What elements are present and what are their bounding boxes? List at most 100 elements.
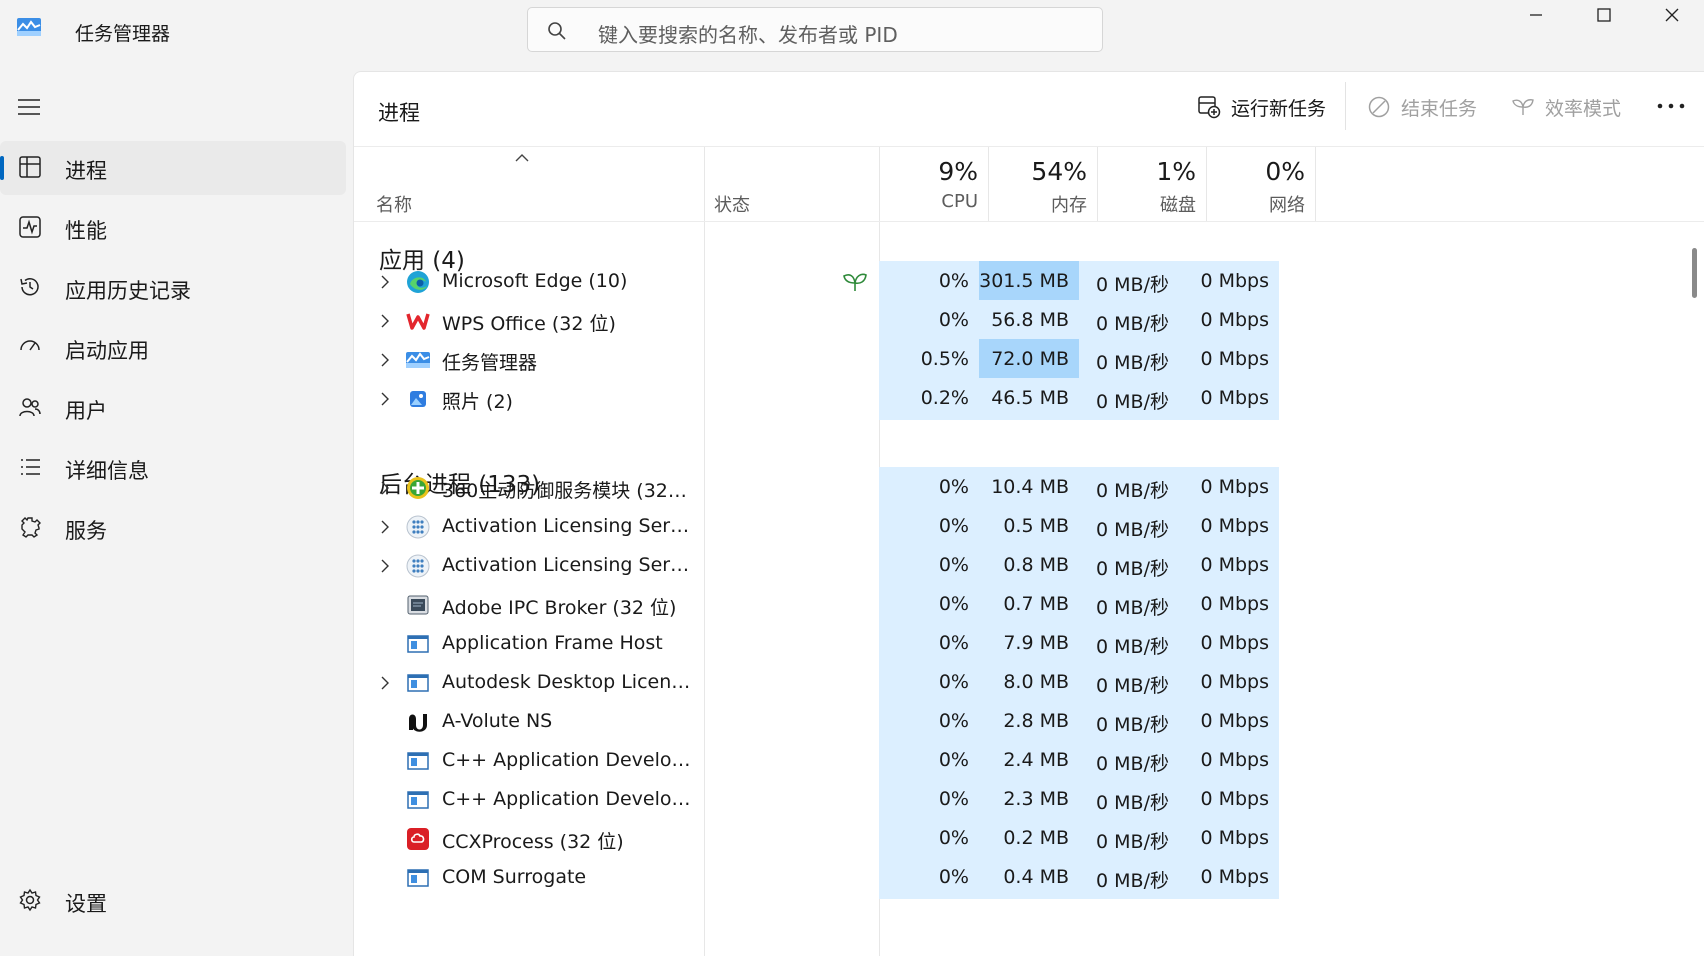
sidebar-item-app-history[interactable]: 应用历史记录 xyxy=(0,261,346,315)
photos-icon xyxy=(406,387,430,411)
sidebar-item-label: 进程 xyxy=(65,159,107,183)
table-row[interactable]: C++ Application Developm... 0%2.3 MB0 MB/… xyxy=(354,779,1321,821)
more-options-icon[interactable] xyxy=(1656,100,1686,112)
cpu-cell: 0% xyxy=(879,662,979,704)
end-task-button[interactable]: 结束任务 xyxy=(1367,92,1477,122)
table-row[interactable]: Autodesk Desktop Licensin... 0% 8.0 MB 0 MB… xyxy=(354,662,1321,704)
sidebar-item-performance[interactable]: 性能 xyxy=(0,201,346,255)
efficiency-mode-leaf-icon xyxy=(842,269,868,295)
column-header-memory[interactable]: 54% 内存 xyxy=(988,147,1098,221)
disk-cell: 0 MB/秒 xyxy=(1079,545,1179,587)
taskmgr-icon xyxy=(406,348,430,372)
cpu-cell: 0% xyxy=(879,857,979,899)
adobe-broker-icon xyxy=(406,593,430,617)
processes-icon xyxy=(19,156,41,178)
net-cell: 0 Mbps xyxy=(1179,701,1279,743)
expand-chevron-icon[interactable] xyxy=(380,391,390,406)
maximize-button[interactable] xyxy=(1570,0,1638,30)
search-input[interactable]: 键入要搜索的名称、发布者或 PID xyxy=(527,7,1103,52)
net-cell: 0 Mbps xyxy=(1179,779,1279,821)
expand-chevron-icon[interactable] xyxy=(380,558,390,573)
table-row[interactable]: C++ Application Developm... 0%2.4 MB0 MB/… xyxy=(354,740,1321,782)
sidebar-item-settings[interactable]: 设置 xyxy=(0,874,346,928)
column-header-row: 名称 状态 9% CPU 54% 内存 1% 磁盘 0% 网络 xyxy=(354,146,1704,222)
column-header-status[interactable]: 状态 xyxy=(704,147,880,221)
mem-cell: 7.9 MB xyxy=(979,623,1079,665)
search-icon xyxy=(548,22,566,40)
expand-chevron-icon[interactable] xyxy=(380,313,390,328)
window-app-icon xyxy=(406,788,430,812)
process-name: Activation Licensing Service... xyxy=(442,554,692,576)
service-dots-icon xyxy=(406,554,430,578)
table-row[interactable]: Microsoft Edge (10) 0% 301.5 MB 0 MB/秒 0 Mbp… xyxy=(354,261,1321,303)
cpu-cell: 0% xyxy=(879,740,979,782)
run-new-task-icon xyxy=(1198,96,1221,119)
cpu-cell: 0% xyxy=(879,779,979,821)
mem-cell: 56.8 MB xyxy=(979,300,1079,342)
table-row[interactable]: COM Surrogate 0% 0.4 MB 0 MB/秒 0 Mbps xyxy=(354,857,1321,899)
mem-cell: 72.0 MB xyxy=(979,339,1079,381)
expand-chevron-icon[interactable] xyxy=(380,480,390,495)
process-name: Autodesk Desktop Licensin... xyxy=(442,671,692,693)
sidebar-item-services[interactable]: 服务 xyxy=(0,501,346,555)
cpu-cell: 0% xyxy=(879,467,979,509)
net-cell: 0 Mbps xyxy=(1179,467,1279,509)
disk-cell: 0 MB/秒 xyxy=(1079,779,1179,821)
sidebar-item-label: 服务 xyxy=(65,519,107,543)
table-row[interactable]: CCXProcess (32 位) 0% 0.2 MB 0 MB/秒 0 Mbps xyxy=(354,818,1321,860)
title-bar: 任务管理器 键入要搜索的名称、发布者或 PID xyxy=(0,0,1704,66)
table-row[interactable]: 360主动防御服务模块 (32 位) 0% 10.4 MB 0 MB/秒 0 Mbps xyxy=(354,467,1321,509)
table-row[interactable]: Application Frame Host 0% 7.9 MB 0 MB/秒 0 Mb… xyxy=(354,623,1321,665)
table-row[interactable]: Activation Licensing Service 0% 0.5 MB 0 MB… xyxy=(354,506,1321,548)
sidebar-item-processes[interactable]: 进程 xyxy=(0,141,346,195)
column-header-network[interactable]: 0% 网络 xyxy=(1206,147,1316,221)
expand-chevron-icon[interactable] xyxy=(380,352,390,367)
end-task-icon xyxy=(1368,96,1390,118)
hamburger-menu-icon[interactable] xyxy=(18,98,40,116)
column-header-cpu[interactable]: 9% CPU xyxy=(879,147,989,221)
minimize-button[interactable] xyxy=(1502,0,1570,30)
table-row[interactable]: A-Volute NS 0% 2.8 MB 0 MB/秒 0 Mbps xyxy=(354,701,1321,743)
performance-icon xyxy=(19,216,41,238)
window-app-icon xyxy=(406,632,430,656)
vertical-scrollbar-thumb[interactable] xyxy=(1692,248,1697,298)
run-new-task-button[interactable]: 运行新任务 xyxy=(1197,92,1326,122)
table-row[interactable]: Adobe IPC Broker (32 位) 0% 0.7 MB 0 MB/秒 0 M… xyxy=(354,584,1321,626)
sidebar-item-startup-apps[interactable]: 启动应用 xyxy=(0,321,346,375)
details-icon xyxy=(21,459,40,475)
mem-cell: 0.2 MB xyxy=(979,818,1079,860)
net-cell: 0 Mbps xyxy=(1179,339,1279,381)
sidebar: 进程 性能 应用历史记录 启动应用 用户 详细信息 服务 设置 xyxy=(0,66,352,956)
minimize-icon xyxy=(1530,14,1542,16)
table-row[interactable]: Activation Licensing Service...0%0.8 MB0… xyxy=(354,545,1321,587)
table-row[interactable]: 任务管理器 0.5% 72.0 MB 0 MB/秒 0 Mbps xyxy=(354,339,1321,381)
net-cell: 0 Mbps xyxy=(1179,740,1279,782)
mem-cell: 0.7 MB xyxy=(979,584,1079,626)
cpu-cell: 0.2% xyxy=(879,378,979,420)
sidebar-item-users[interactable]: 用户 xyxy=(0,381,346,435)
table-row[interactable]: 照片 (2) 0.2% 46.5 MB 0 MB/秒 0 Mbps xyxy=(354,378,1321,420)
net-cell: 0 Mbps xyxy=(1179,623,1279,665)
startup-icon xyxy=(20,340,40,351)
disk-cell: 0 MB/秒 xyxy=(1079,300,1179,342)
expand-chevron-icon[interactable] xyxy=(380,274,390,289)
mem-cell: 2.4 MB xyxy=(979,740,1079,782)
process-name: Microsoft Edge (10) xyxy=(442,270,628,292)
disk-cell: 0 MB/秒 xyxy=(1079,339,1179,381)
sidebar-item-label: 详细信息 xyxy=(65,459,149,483)
disk-cell: 0 MB/秒 xyxy=(1079,740,1179,782)
column-header-disk[interactable]: 1% 磁盘 xyxy=(1097,147,1207,221)
column-header-name[interactable]: 名称 xyxy=(354,147,705,221)
process-name: 任务管理器 xyxy=(442,352,538,374)
end-task-label: 结束任务 xyxy=(1401,97,1478,120)
expand-chevron-icon[interactable] xyxy=(380,675,390,690)
sidebar-item-details[interactable]: 详细信息 xyxy=(0,441,346,495)
cpu-cell: 0% xyxy=(879,506,979,548)
process-name: WPS Office (32 位) xyxy=(442,313,616,335)
table-row[interactable]: WPS Office (32 位) 0% 56.8 MB 0 MB/秒 0 Mbps xyxy=(354,300,1321,342)
process-name: COM Surrogate xyxy=(442,866,587,888)
close-button[interactable] xyxy=(1638,0,1704,30)
efficiency-mode-button[interactable]: 效率模式 xyxy=(1511,92,1621,122)
expand-chevron-icon[interactable] xyxy=(380,519,390,534)
avolute-icon xyxy=(406,710,430,734)
